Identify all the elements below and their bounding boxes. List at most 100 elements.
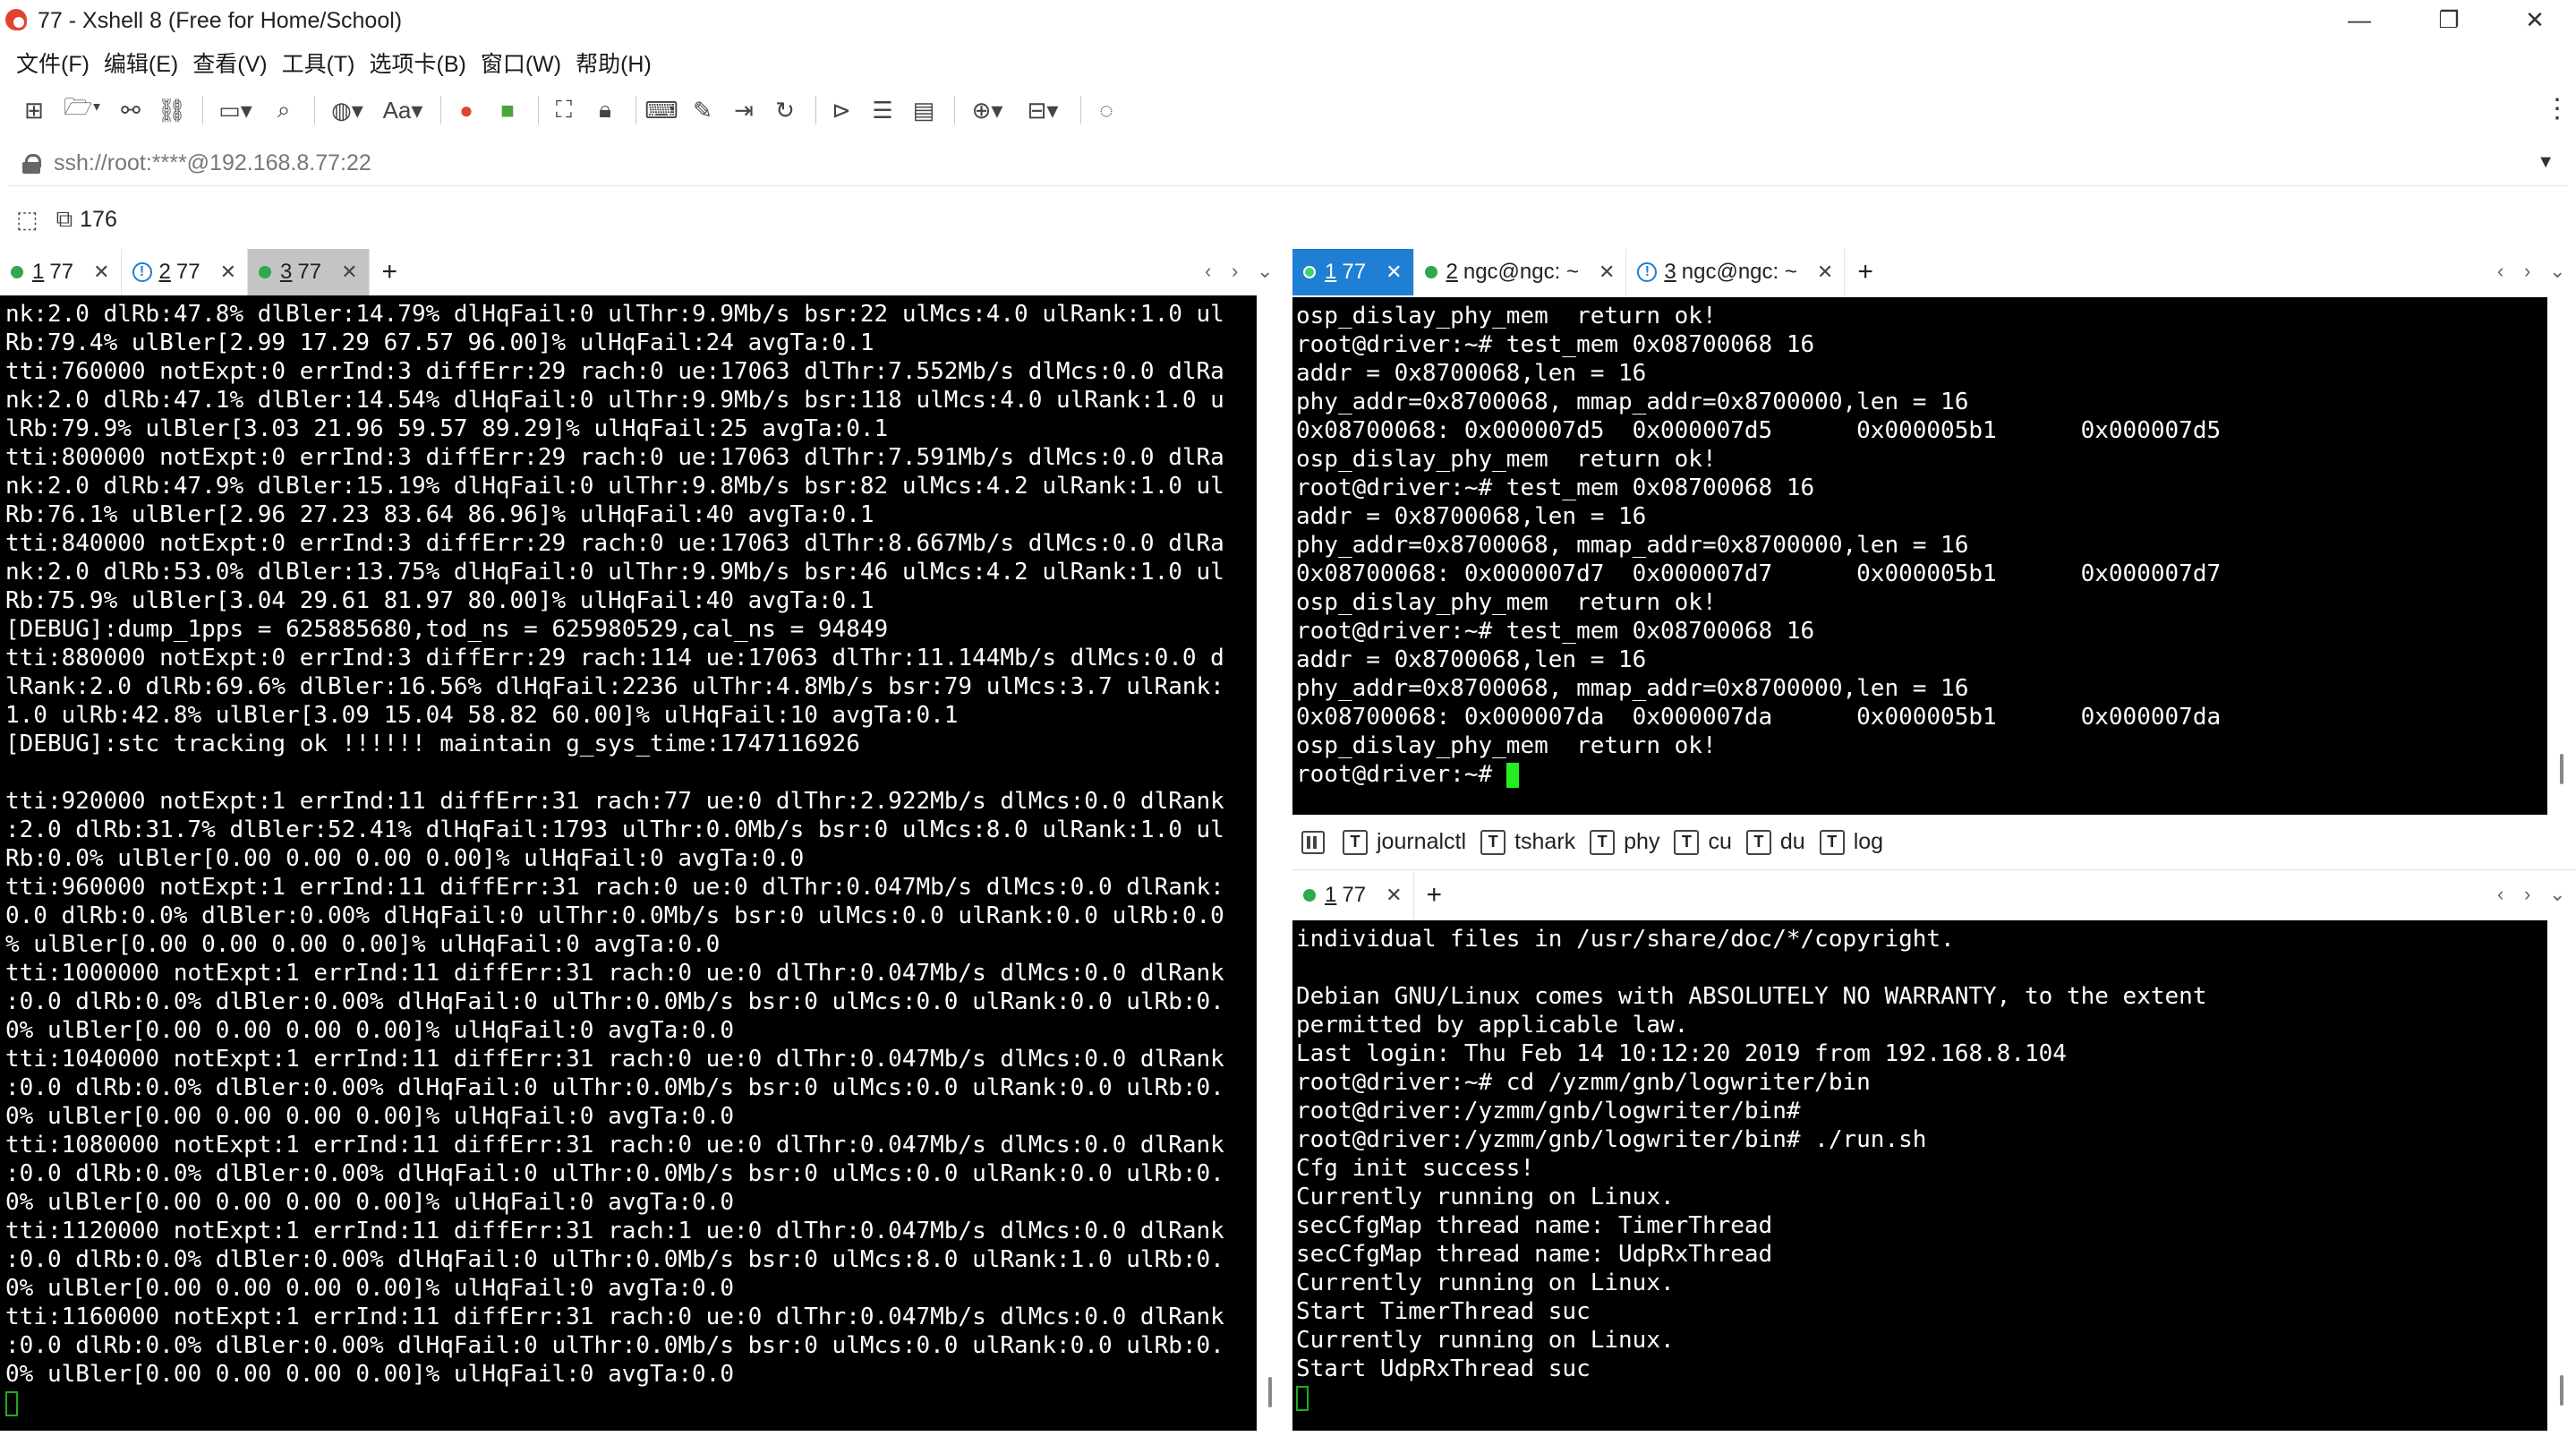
- tab-right-top-2[interactable]: 2 ngc@ngc: ~ ✕: [1414, 249, 1627, 295]
- terminal-line: individual files in /usr/share/doc/*/cop…: [1296, 926, 1955, 953]
- xftp-icon[interactable]: ●: [448, 92, 484, 128]
- chat-icon[interactable]: ◌: [1088, 92, 1124, 128]
- terminal-line: phy_addr=0x8700068, mmap_addr=0x8700000,…: [1296, 389, 1969, 415]
- close-icon[interactable]: ✕: [1817, 261, 1833, 284]
- terminal-line: root@driver:/yzmm/gnb/logwriter/bin#: [1296, 1098, 1801, 1124]
- menu-view[interactable]: 查看(V): [192, 47, 267, 79]
- terminal-line: Start TimerThread suc: [1296, 1298, 1591, 1325]
- close-icon[interactable]: ✕: [341, 261, 357, 284]
- close-icon[interactable]: ✕: [1599, 261, 1615, 284]
- reconnect-icon[interactable]: ⛓: [154, 92, 190, 128]
- chevron-down-icon[interactable]: ⌄: [1257, 260, 1273, 283]
- chevron-down-icon[interactable]: ⌄: [2549, 883, 2565, 906]
- chevron-left-icon[interactable]: ‹: [1205, 260, 1211, 283]
- log-icon[interactable]: ⊳: [823, 92, 859, 128]
- close-window-button[interactable]: ✕: [2492, 0, 2576, 39]
- tab-right-top-1[interactable]: 1 77 ✕: [1292, 249, 1414, 295]
- tab-number: 1: [1325, 883, 1337, 907]
- open-external-icon[interactable]: ⧉: [56, 205, 73, 234]
- compose-icon[interactable]: ✎: [685, 92, 721, 128]
- chevron-left-icon[interactable]: ‹: [2497, 260, 2503, 283]
- add-tab-button[interactable]: +: [382, 257, 398, 287]
- lock-screen-icon[interactable]: 🔒︎: [587, 92, 623, 128]
- address-bar[interactable]: ssh://root:****@192.168.8.77:22 ▼: [9, 141, 2567, 186]
- quick-command-tshark[interactable]: Ttshark: [1480, 829, 1575, 855]
- tab-label: 77: [297, 260, 322, 284]
- chevron-right-icon[interactable]: ›: [1232, 260, 1238, 283]
- quick-command-phy[interactable]: Tphy: [1590, 829, 1659, 855]
- script-icon[interactable]: ↻: [767, 92, 803, 128]
- tab-left-1[interactable]: 1 77 ✕: [0, 249, 122, 295]
- menu-tabs[interactable]: 选项卡(B): [370, 47, 466, 79]
- address-input[interactable]: ssh://root:****@192.168.8.77:22: [54, 150, 371, 176]
- quick-command-label: du: [1779, 829, 1805, 854]
- tab-number: 1: [32, 260, 45, 284]
- xmanager-icon[interactable]: ■: [490, 92, 525, 128]
- close-icon[interactable]: ✕: [1386, 884, 1402, 907]
- left-terminal[interactable]: nk:2.0 dlRb:47.8% dlBler:14.79% dlHqFail…: [0, 295, 1257, 1431]
- toolbar-separator: [538, 96, 539, 124]
- quick-command-cu[interactable]: Tcu: [1674, 829, 1732, 855]
- chevron-down-icon[interactable]: ⌄: [2549, 260, 2565, 283]
- keyboard-icon[interactable]: ⌨: [644, 92, 679, 128]
- terminal-line: phy_addr=0x8700068, mmap_addr=0x8700000,…: [1296, 532, 1969, 559]
- open-session-icon[interactable]: 🗁▾: [57, 92, 107, 128]
- quick-command-journalctl[interactable]: Tjournalctl: [1343, 829, 1466, 855]
- globe-icon[interactable]: ◍▾: [322, 92, 372, 128]
- font-icon[interactable]: Aa▾: [378, 92, 428, 128]
- right-bottom-terminal[interactable]: individual files in /usr/share/doc/*/cop…: [1292, 920, 2547, 1431]
- quick-command-grid-icon[interactable]: [1301, 830, 1325, 854]
- send-key-icon[interactable]: ⇥: [726, 92, 762, 128]
- scroll-thumb[interactable]: [1268, 1377, 1272, 1407]
- terminal-line: nk:2.0 dlRb:47.9% dlBler:15.19% dlHqFail…: [5, 473, 1224, 500]
- connected-icon: [1424, 266, 1437, 278]
- right-top-scrollbar[interactable]: [2547, 297, 2576, 815]
- more-icon[interactable]: ⋮: [2544, 93, 2571, 124]
- scroll-thumb[interactable]: [2560, 1375, 2563, 1406]
- layout-icon[interactable]: ⊟▾: [1018, 92, 1068, 128]
- new-window-icon[interactable]: ▭▾: [210, 92, 260, 128]
- tab-left-2[interactable]: ! 2 77 ✕: [122, 249, 248, 295]
- menu-file[interactable]: 文件(F): [16, 47, 90, 79]
- terminal-line: 0% ulBler[0.00 0.00 0.00 0.00]% ulHqFail…: [5, 1103, 734, 1130]
- minimize-button[interactable]: —: [2316, 0, 2402, 39]
- right-bottom-scrollbar[interactable]: [2547, 920, 2576, 1431]
- search-icon[interactable]: ⌕: [266, 92, 302, 128]
- add-tab-icon[interactable]: ⊕▾: [962, 92, 1012, 128]
- close-icon[interactable]: ✕: [220, 261, 236, 284]
- quick-command-log[interactable]: Tlog: [1819, 829, 1883, 855]
- menu-help[interactable]: 帮助(H): [576, 47, 652, 79]
- terminal-line: tti:1000000 notExpt:1 errInd:11 diffErr:…: [5, 960, 1224, 987]
- tab-right-top-3[interactable]: ! 3 ngc@ngc: ~ ✕: [1626, 249, 1846, 295]
- chevron-left-icon[interactable]: ‹: [2497, 883, 2503, 906]
- close-icon[interactable]: ✕: [1386, 261, 1402, 284]
- left-scrollbar[interactable]: [1257, 295, 1284, 1431]
- new-session-icon[interactable]: ⊞: [16, 92, 52, 128]
- notes-icon[interactable]: ▤: [906, 92, 942, 128]
- session-manager-icon[interactable]: ⬚: [16, 206, 38, 234]
- right-top-terminal[interactable]: osp_dislay_phy_mem return ok! root@driver…: [1292, 297, 2547, 815]
- close-icon[interactable]: ✕: [93, 261, 109, 284]
- restore-button[interactable]: ❐: [2406, 0, 2492, 39]
- terminal-line: Currently running on Linux.: [1296, 1184, 1675, 1210]
- menu-tools[interactable]: 工具(T): [282, 47, 355, 79]
- chevron-right-icon[interactable]: ›: [2524, 883, 2530, 906]
- quick-command-icon[interactable]: ☰: [865, 92, 900, 128]
- menu-window[interactable]: 窗口(W): [481, 47, 561, 79]
- toolbar-separator: [635, 96, 636, 124]
- title-bar: 77 - Xshell 8 (Free for Home/School) — ❐…: [0, 0, 2576, 39]
- chevron-down-icon[interactable]: ▼: [2537, 152, 2555, 173]
- terminal-line: root@driver:~# test_mem 0x08700068 16: [1296, 475, 1815, 501]
- menu-edit[interactable]: 编辑(E): [104, 47, 178, 79]
- scroll-thumb[interactable]: [2560, 754, 2563, 784]
- chevron-right-icon[interactable]: ›: [2524, 260, 2530, 283]
- fullscreen-icon[interactable]: ⛶: [546, 92, 582, 128]
- add-tab-button[interactable]: +: [1857, 257, 1873, 287]
- split-divider[interactable]: [1284, 240, 1292, 1445]
- tab-left-3[interactable]: 3 77 ✕: [248, 249, 370, 295]
- tab-right-bottom-1[interactable]: 1 77 ✕: [1292, 872, 1414, 919]
- disconnect-icon[interactable]: ⚯: [113, 92, 149, 128]
- add-tab-button[interactable]: +: [1427, 880, 1443, 911]
- quick-command-du[interactable]: Tdu: [1745, 829, 1805, 855]
- terminal-line: 0% ulBler[0.00 0.00 0.00 0.00]% ulHqFail…: [5, 1017, 734, 1044]
